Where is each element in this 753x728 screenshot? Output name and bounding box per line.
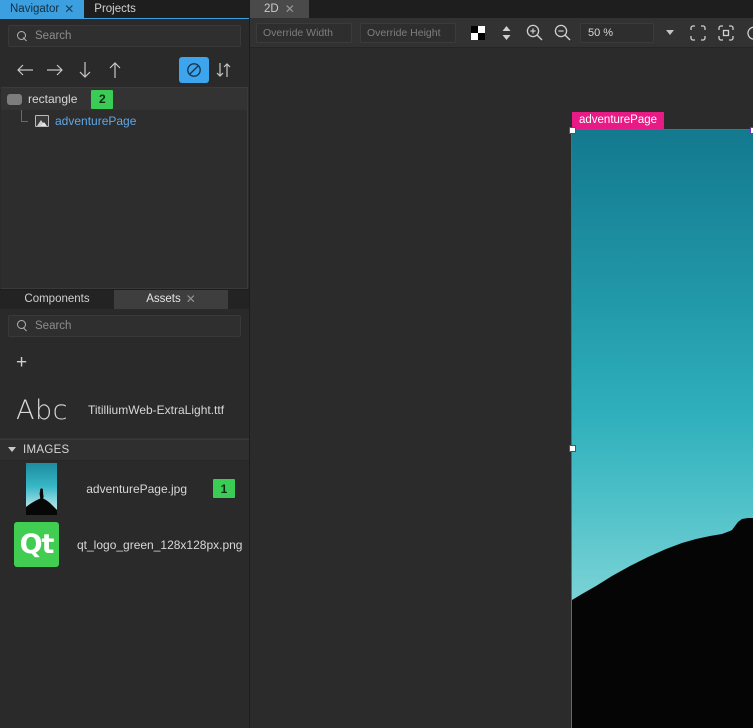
zoom-out-button[interactable] xyxy=(548,21,576,45)
tab-navigator[interactable]: Navigator ✕ xyxy=(0,0,85,18)
asset-item-adventurepage[interactable]: adventurePage.jpg 1 xyxy=(0,461,249,517)
background-color-button[interactable] xyxy=(464,21,492,45)
assets-panel: Search + Abc TitilliumWeb-ExtraLight.ttf… xyxy=(0,308,249,728)
zoom-in-button[interactable] xyxy=(520,21,548,45)
tree-item-rectangle[interactable]: rectangle 2 xyxy=(1,88,247,110)
tabbar-filler xyxy=(145,0,249,18)
asset-thumbnail: Qt xyxy=(14,522,59,567)
qt-logo-icon: Qt xyxy=(14,522,59,567)
artboard-adventurepage[interactable] xyxy=(571,129,753,728)
navigator-search-row: Search xyxy=(0,19,249,53)
selection-label[interactable]: adventurePage xyxy=(572,112,665,129)
canvas-tabbar-filler xyxy=(308,0,753,18)
navigator-toolbar xyxy=(0,53,249,87)
move-left-button[interactable] xyxy=(10,57,40,83)
chevron-down-icon xyxy=(666,30,674,35)
rectangle-icon xyxy=(7,93,22,105)
tab-assets-label: Assets xyxy=(146,293,181,305)
tab-navigator-label: Navigator xyxy=(10,3,60,15)
zoom-fit-all-button[interactable] xyxy=(712,21,740,45)
canvas-tabbar: 2D ✕ xyxy=(250,0,753,18)
image-icon xyxy=(35,115,49,127)
left-dock-panel: Navigator ✕ Projects Search rectangle 2 … xyxy=(0,0,250,728)
search-icon xyxy=(17,320,28,331)
design-canvas[interactable]: adventurePage xyxy=(250,48,753,728)
filter-visibility-button[interactable] xyxy=(179,57,209,83)
close-icon[interactable]: ✕ xyxy=(186,292,196,306)
canvas-panel: 2D ✕ Override Width Override Height 50 %… xyxy=(250,0,753,728)
tree-item-adventurepage[interactable]: adventurePage xyxy=(1,109,247,132)
close-icon[interactable]: ✕ xyxy=(285,2,295,16)
artwork-silhouette xyxy=(572,518,753,728)
assets-tabbar: Components Assets ✕ xyxy=(0,288,249,309)
tab-projects[interactable]: Projects xyxy=(84,0,146,18)
asset-item-adventurepage-badge: 1 xyxy=(213,479,235,498)
override-width-placeholder: Override Width xyxy=(263,26,334,39)
move-right-button[interactable] xyxy=(40,57,70,83)
add-asset-button[interactable]: + xyxy=(0,343,249,383)
asset-item-font[interactable]: Abc TitilliumWeb-ExtraLight.ttf xyxy=(0,383,249,439)
search-icon xyxy=(17,30,28,42)
navigator-search-input[interactable]: Search xyxy=(8,25,241,47)
checkerboard-icon xyxy=(471,25,485,40)
chevron-down-icon xyxy=(8,447,16,452)
override-height-input[interactable]: Override Height xyxy=(360,22,456,43)
tree-branch-icon xyxy=(19,109,30,127)
asset-item-qtlogo-label: qt_logo_green_128x128px.png xyxy=(77,537,243,552)
tab-assets[interactable]: Assets ✕ xyxy=(114,289,228,309)
selection-handle-top-center[interactable] xyxy=(749,126,753,134)
tree-item-adventurepage-label: adventurePage xyxy=(55,114,137,128)
asset-thumbnail xyxy=(14,462,68,515)
tab-components[interactable]: Components xyxy=(0,289,114,309)
tree-item-rectangle-label: rectangle xyxy=(28,92,78,106)
navigator-tree[interactable]: rectangle 2 adventurePage xyxy=(1,87,248,289)
sort-button[interactable] xyxy=(209,57,239,83)
asset-group-images[interactable]: IMAGES xyxy=(0,438,249,461)
tab-2d-label: 2D xyxy=(264,3,279,15)
navigator-tabbar: Navigator ✕ Projects xyxy=(0,0,249,18)
asset-item-qtlogo[interactable]: Qt qt_logo_green_128x128px.png xyxy=(0,517,249,573)
selection-handle-middle-left[interactable] xyxy=(568,444,576,452)
qt-design-studio-window: Navigator ✕ Projects Search rectangle 2 … xyxy=(0,0,753,728)
adventure-thumb-icon xyxy=(25,462,57,515)
zoom-selection-button[interactable] xyxy=(684,21,712,45)
tree-item-rectangle-badge: 2 xyxy=(91,89,114,109)
font-preview-icon: Abc xyxy=(16,394,68,426)
zoom-dropdown-button[interactable] xyxy=(656,21,684,45)
override-height-placeholder: Override Height xyxy=(367,26,441,39)
asset-item-font-label: TitilliumWeb-ExtraLight.ttf xyxy=(88,403,225,417)
reset-view-button[interactable] xyxy=(740,21,753,45)
assets-tabbar-filler xyxy=(228,289,249,309)
zoom-level-value: 50 % xyxy=(588,26,614,39)
asset-item-adventurepage-label: adventurePage.jpg xyxy=(86,481,187,496)
plus-icon: + xyxy=(16,351,28,373)
override-width-input[interactable]: Override Width xyxy=(256,22,352,43)
tab-components-label: Components xyxy=(24,293,90,305)
close-icon[interactable]: ✕ xyxy=(64,3,74,15)
assets-search-input[interactable]: Search xyxy=(8,314,241,337)
tab-2d[interactable]: 2D ✕ xyxy=(250,0,309,18)
selection-handle-top-left[interactable] xyxy=(568,126,576,134)
zoom-level-input[interactable]: 50 % xyxy=(580,22,654,43)
assets-search-placeholder: Search xyxy=(35,319,72,332)
move-down-button[interactable] xyxy=(70,57,100,83)
navigator-search-placeholder: Search xyxy=(35,30,72,42)
canvas-toolbar: Override Width Override Height 50 % xyxy=(250,18,753,48)
background-dropdown-button[interactable] xyxy=(492,21,520,45)
asset-group-images-label: IMAGES xyxy=(23,443,70,456)
assets-search-row: Search xyxy=(0,308,249,343)
move-up-button[interactable] xyxy=(100,57,130,83)
tab-projects-label: Projects xyxy=(94,3,136,15)
